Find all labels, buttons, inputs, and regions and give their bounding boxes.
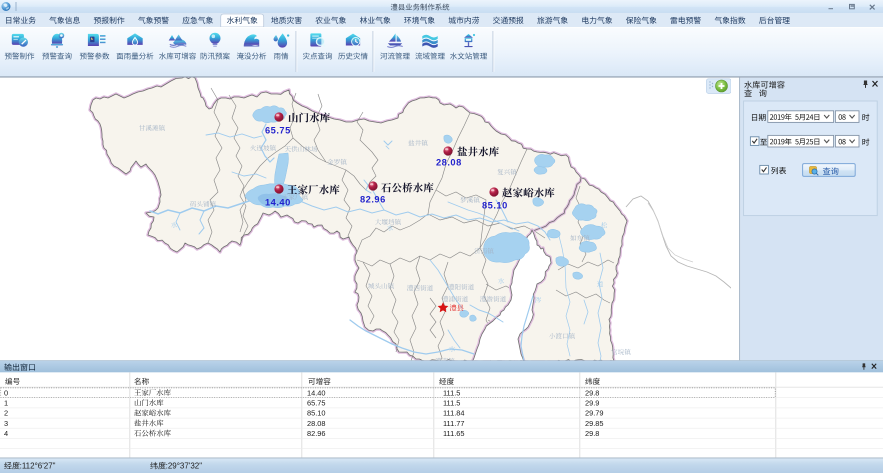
svg-text:85.10: 85.10	[307, 409, 326, 418]
svg-text:111.77: 111.77	[443, 419, 465, 428]
svg-text::29°37'32": :29°37'32"	[166, 462, 203, 471]
svg-text:14.40: 14.40	[265, 198, 291, 208]
svg-text:82.96: 82.96	[307, 429, 326, 438]
svg-text:28.08: 28.08	[307, 419, 326, 428]
svg-text:111.65: 111.65	[443, 429, 465, 438]
svg-text:28.08: 28.08	[436, 158, 462, 168]
svg-text:3: 3	[4, 419, 8, 428]
svg-text:1: 1	[4, 398, 8, 407]
svg-text:65.75: 65.75	[265, 126, 291, 136]
svg-text:111.5: 111.5	[443, 388, 460, 397]
svg-text:29.9: 29.9	[585, 398, 599, 407]
svg-text:4: 4	[4, 429, 8, 438]
svg-text:14.40: 14.40	[307, 388, 326, 397]
svg-text:82.96: 82.96	[360, 195, 386, 205]
svg-text::112°6'27": :112°6'27"	[20, 462, 56, 471]
svg-text:29.8: 29.8	[585, 388, 599, 397]
svg-text:65.75: 65.75	[307, 398, 326, 407]
svg-text:29.79: 29.79	[585, 409, 604, 418]
svg-text:85.10: 85.10	[482, 201, 508, 211]
svg-text:0: 0	[4, 388, 8, 397]
svg-text:111.5: 111.5	[443, 398, 460, 407]
svg-text:111.84: 111.84	[443, 409, 465, 418]
svg-text:29.85: 29.85	[585, 419, 604, 428]
svg-text:2: 2	[4, 409, 8, 418]
svg-text:29.8: 29.8	[585, 429, 599, 438]
